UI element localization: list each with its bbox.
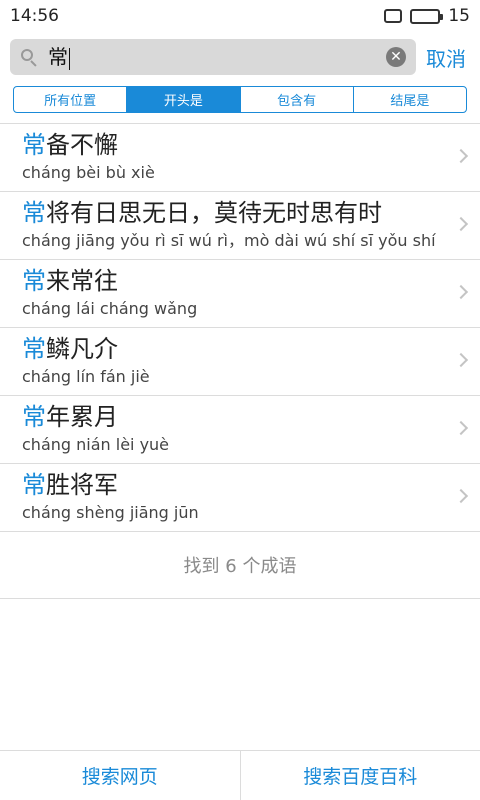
list-item[interactable]: 常备不懈 cháng bèi bù xiè xyxy=(0,124,480,192)
chevron-right-icon xyxy=(453,352,469,368)
idiom-rest: 胜将军 xyxy=(46,471,118,499)
idiom-highlight: 常 xyxy=(22,199,46,227)
idiom-text: 常胜将军 xyxy=(22,469,440,501)
idiom-highlight: 常 xyxy=(22,131,46,159)
idiom-highlight: 常 xyxy=(22,267,46,295)
tab-all-positions[interactable]: 所有位置 xyxy=(14,87,128,112)
screen-rotation-icon xyxy=(384,9,403,23)
tab-contains[interactable]: 包含有 xyxy=(241,87,354,112)
idiom-text: 常将有日思无日，莫待无时思有时 xyxy=(22,197,440,229)
idiom-text: 常备不懈 xyxy=(22,129,440,161)
cancel-button[interactable]: 取消 xyxy=(426,43,466,72)
idiom-pinyin: cháng jiāng yǒu rì sī wú rì，mò dài wú sh… xyxy=(22,231,436,250)
search-web-button[interactable]: 搜索网页 xyxy=(0,751,240,800)
status-time: 14:56 xyxy=(10,6,59,26)
chevron-right-icon xyxy=(453,284,469,300)
status-icons: 15 xyxy=(384,6,470,26)
idiom-pinyin: cháng nián lèi yuè xyxy=(22,435,170,454)
idiom-rest: 年累月 xyxy=(46,403,118,431)
results-list: 常备不懈 cháng bèi bù xiè 常将有日思无日，莫待无时思有时 ch… xyxy=(0,123,480,532)
idiom-pinyin: cháng lín fán jiè xyxy=(22,367,150,386)
search-icon xyxy=(20,48,38,67)
idiom-highlight: 常 xyxy=(22,403,46,431)
idiom-rest: 将有日思无日，莫待无时思有时 xyxy=(46,199,382,227)
idiom-highlight: 常 xyxy=(22,335,46,363)
list-item[interactable]: 常鳞凡介 cháng lín fán jiè xyxy=(0,328,480,396)
battery-level: 15 xyxy=(448,6,470,26)
clear-icon[interactable]: ✕ xyxy=(386,47,406,67)
search-baike-button[interactable]: 搜索百度百科 xyxy=(239,751,480,800)
tab-starts-with[interactable]: 开头是 xyxy=(127,87,241,112)
idiom-rest: 鳞凡介 xyxy=(46,335,118,363)
idiom-text: 常鳞凡介 xyxy=(22,333,440,365)
battery-icon xyxy=(410,8,444,24)
idiom-rest: 来常往 xyxy=(46,267,118,295)
idiom-text: 常年累月 xyxy=(22,401,440,433)
bottom-bar: 搜索网页 搜索百度百科 xyxy=(0,750,480,800)
idiom-rest: 备不懈 xyxy=(46,131,118,159)
result-count: 找到 6 个成语 xyxy=(0,532,480,599)
status-bar: 14:56 15 xyxy=(0,0,480,32)
search-input[interactable]: 常 xyxy=(48,39,386,75)
list-item[interactable]: 常来常往 cháng lái cháng wǎng xyxy=(0,260,480,328)
chevron-right-icon xyxy=(453,488,469,504)
idiom-pinyin: cháng bèi bù xiè xyxy=(22,163,155,182)
idiom-highlight: 常 xyxy=(22,471,46,499)
chevron-right-icon xyxy=(453,148,469,164)
chevron-right-icon xyxy=(453,216,469,232)
match-position-tabs: 所有位置 开头是 包含有 结尾是 xyxy=(13,86,467,113)
text-caret xyxy=(69,47,70,70)
list-item[interactable]: 常将有日思无日，莫待无时思有时 cháng jiāng yǒu rì sī wú… xyxy=(0,192,480,260)
list-item[interactable]: 常胜将军 cháng shèng jiāng jūn xyxy=(0,464,480,532)
idiom-pinyin: cháng lái cháng wǎng xyxy=(22,299,198,318)
chevron-right-icon xyxy=(453,420,469,436)
idiom-text: 常来常往 xyxy=(22,265,440,297)
search-box[interactable]: 常 ✕ xyxy=(10,39,416,75)
tab-ends-with[interactable]: 结尾是 xyxy=(354,87,466,112)
search-row: 常 ✕ 取消 xyxy=(0,38,480,76)
search-query: 常 xyxy=(48,45,68,69)
list-item[interactable]: 常年累月 cháng nián lèi yuè xyxy=(0,396,480,464)
idiom-pinyin: cháng shèng jiāng jūn xyxy=(22,503,199,522)
